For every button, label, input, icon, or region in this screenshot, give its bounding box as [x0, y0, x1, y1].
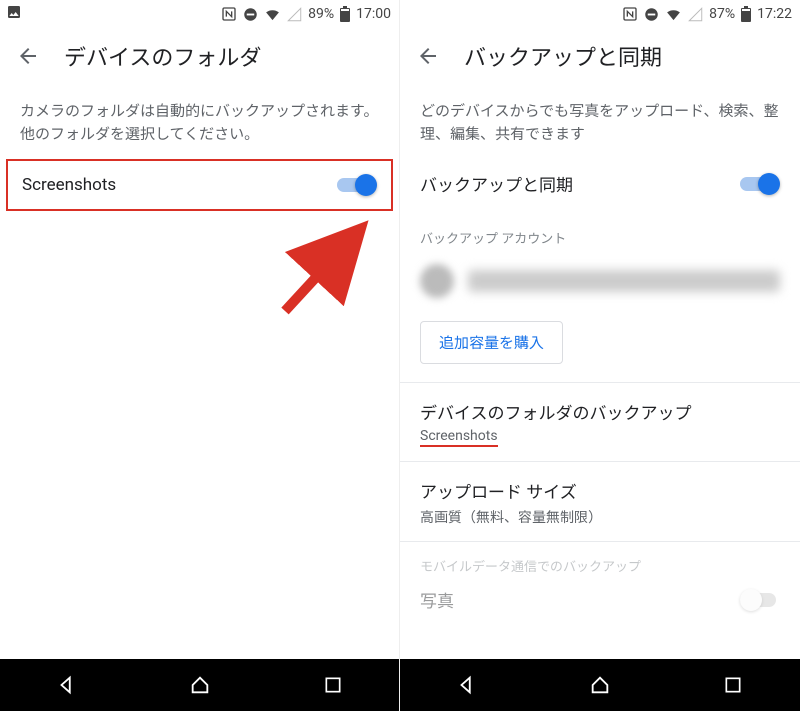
backup-sync-label: バックアップと同期 [420, 171, 573, 196]
nfc-icon [221, 6, 237, 22]
picture-icon [6, 4, 22, 20]
dnd-icon [644, 7, 659, 22]
account-email-blurred [468, 270, 780, 292]
folder-row-screenshots[interactable]: Screenshots [6, 159, 393, 211]
signal-icon [287, 7, 302, 22]
backup-sync-row[interactable]: バックアップと同期 [400, 157, 800, 210]
photo-label: 写真 [420, 587, 454, 612]
signal-icon [688, 7, 703, 22]
avatar [420, 264, 454, 298]
battery-percent: 87% [709, 6, 735, 22]
app-header: デバイスのフォルダ [0, 28, 399, 84]
phone-left: 89% 17:00 デバイスのフォルダ カメラのフォルダは自動的にバックアップさ… [0, 0, 400, 711]
nav-bar [0, 659, 399, 711]
folder-label: Screenshots [22, 175, 116, 195]
battery-icon [741, 6, 751, 22]
wifi-icon [264, 6, 281, 23]
phone-right: 87% 17:22 バックアップと同期 どのデバイスからでも写真をアップロード、… [400, 0, 800, 711]
nav-recent-icon[interactable] [319, 671, 347, 699]
nfc-icon [622, 6, 638, 22]
content-area: どのデバイスからでも写真をアップロード、検索、整理、編集、共有できます バックア… [400, 84, 800, 659]
device-folder-title: デバイスのフォルダのバックアップ [420, 399, 780, 424]
back-arrow-icon[interactable] [416, 44, 440, 68]
nav-home-icon[interactable] [586, 671, 614, 699]
dnd-icon [243, 7, 258, 22]
description-text: カメラのフォルダは自動的にバックアップされます。他のフォルダを選択してください。 [0, 84, 399, 157]
status-bar: 87% 17:22 [400, 0, 800, 28]
battery-icon [340, 6, 350, 22]
nav-back-icon[interactable] [53, 671, 81, 699]
mobile-data-section-label: モバイルデータ通信でのバックアップ [400, 542, 800, 581]
upload-size-row[interactable]: アップロード サイズ 高画質（無料、容量無制限） [400, 462, 800, 541]
backup-sync-toggle[interactable] [740, 172, 780, 196]
upload-size-sub: 高画質（無料、容量無制限） [420, 507, 780, 527]
account-section-label: バックアップ アカウント [400, 210, 800, 253]
nav-recent-icon[interactable] [719, 671, 747, 699]
buy-storage-button[interactable]: 追加容量を購入 [420, 321, 563, 364]
page-title: デバイスのフォルダ [64, 40, 261, 72]
back-arrow-icon[interactable] [16, 44, 40, 68]
app-header: バックアップと同期 [400, 28, 800, 84]
device-folder-backup-row[interactable]: デバイスのフォルダのバックアップ Screenshots [400, 383, 800, 461]
account-row[interactable] [420, 259, 780, 303]
device-folder-sub: Screenshots [420, 428, 498, 447]
photo-toggle[interactable] [740, 588, 780, 612]
content-area: カメラのフォルダは自動的にバックアップされます。他のフォルダを選択してください。… [0, 84, 399, 659]
nav-home-icon[interactable] [186, 671, 214, 699]
photo-row[interactable]: 写真 [400, 581, 800, 616]
battery-percent: 89% [308, 6, 334, 22]
clock: 17:22 [757, 6, 792, 22]
page-title: バックアップと同期 [464, 40, 662, 72]
nav-back-icon[interactable] [453, 671, 481, 699]
wifi-icon [665, 6, 682, 23]
upload-size-title: アップロード サイズ [420, 478, 780, 503]
description-text: どのデバイスからでも写真をアップロード、検索、整理、編集、共有できます [400, 84, 800, 157]
status-bar: 89% 17:00 [0, 0, 399, 28]
annotation-arrow-icon [225, 211, 385, 321]
nav-bar [400, 659, 800, 711]
folder-toggle[interactable] [337, 173, 377, 197]
clock: 17:00 [356, 6, 391, 22]
